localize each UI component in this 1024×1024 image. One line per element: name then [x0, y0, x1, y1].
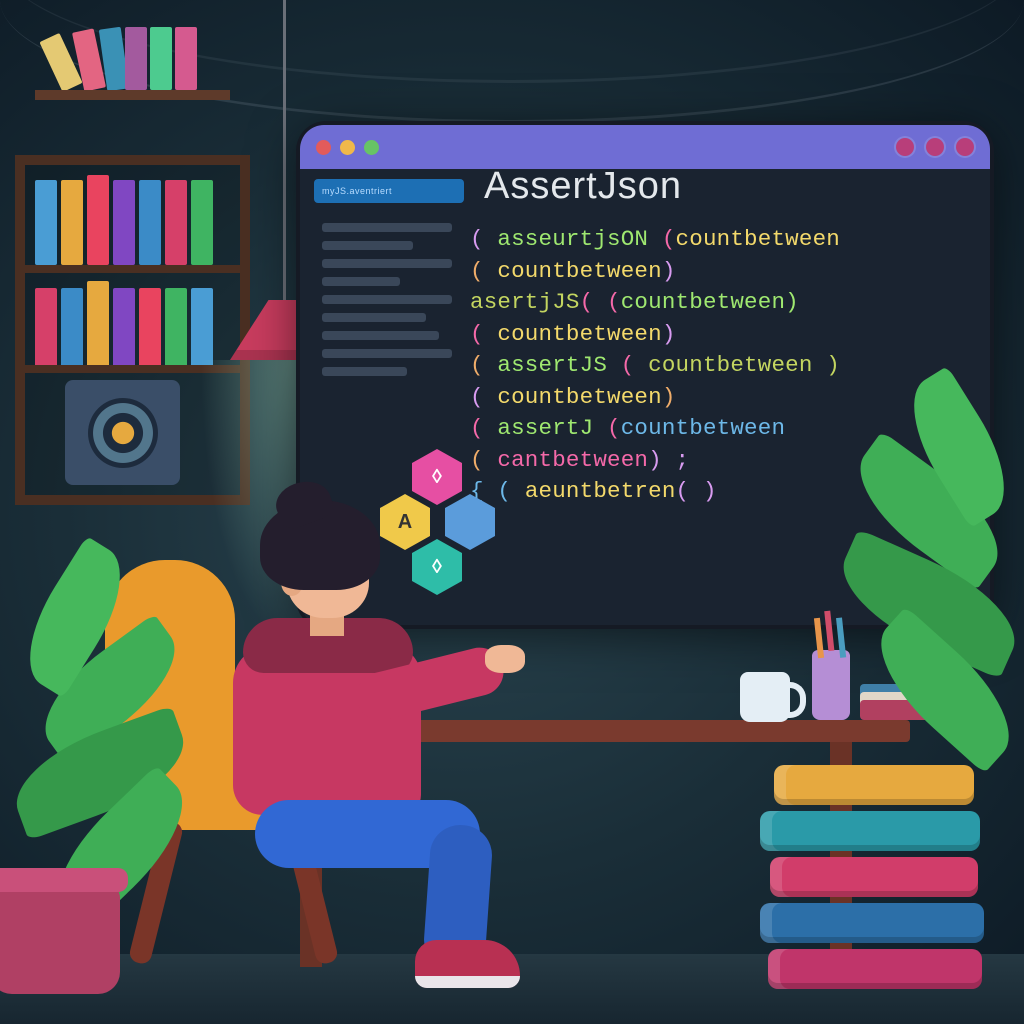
- plant-right-icon: [834, 414, 1024, 824]
- bookshelf: [15, 155, 250, 505]
- decor-dot-icon: [956, 138, 974, 156]
- window-titlebar: [300, 125, 990, 169]
- shelf-top: [35, 90, 230, 100]
- close-icon[interactable]: [316, 140, 331, 155]
- file-tab[interactable]: myJS.aventriert: [314, 179, 464, 203]
- decor-dot-icon: [896, 138, 914, 156]
- speaker-icon: [65, 380, 180, 485]
- plant-left-icon: [0, 534, 210, 994]
- books-top-stack: [45, 25, 225, 90]
- sidebar-placeholder: [322, 214, 452, 385]
- lamp-cord: [283, 0, 286, 310]
- minimize-icon[interactable]: [340, 140, 355, 155]
- plant-pot-icon: [0, 884, 120, 994]
- mug-icon: [740, 672, 790, 722]
- maximize-icon[interactable]: [364, 140, 379, 155]
- window-title: AssertJson: [484, 169, 682, 208]
- decor-dot-icon: [926, 138, 944, 156]
